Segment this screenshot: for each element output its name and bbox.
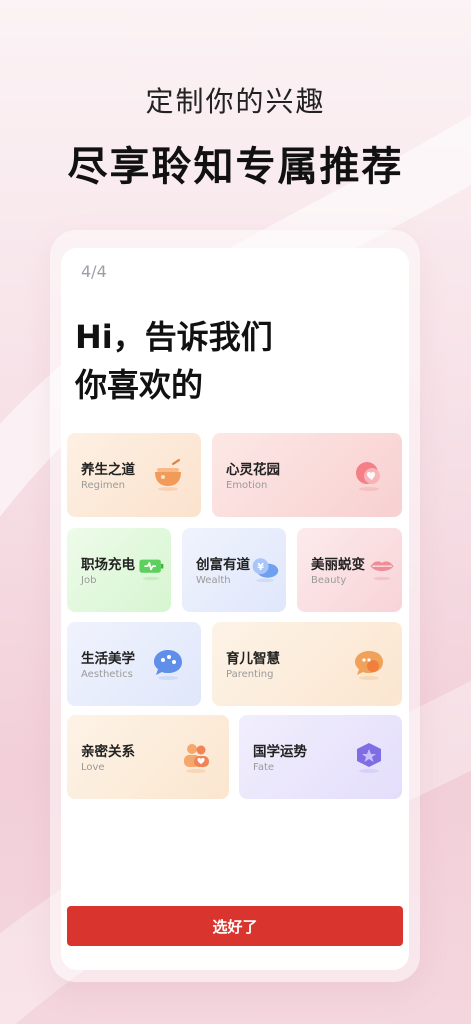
soup-bowl-icon (151, 458, 185, 492)
interest-label: 亲密关系 (81, 744, 135, 760)
greeting: Hi，告诉我们 你喜欢的 (75, 313, 273, 409)
interest-sublabel: Job (81, 575, 97, 586)
interest-card-regimen[interactable]: 养生之道 Regimen (67, 433, 201, 517)
coin-cloud-icon: ¥ (250, 553, 280, 583)
headline: 定制你的兴趣 尽享聆知专属推荐 (0, 0, 471, 220)
svg-text:¥: ¥ (257, 562, 264, 573)
interest-sublabel: Love (81, 762, 105, 773)
interest-label: 创富有道 (196, 557, 250, 573)
interest-card-beauty[interactable]: 美丽蜕变 Beauty (297, 528, 402, 612)
interest-card-love[interactable]: 亲密关系 Love (67, 715, 229, 799)
interest-label: 养生之道 (81, 462, 135, 478)
lips-icon (368, 553, 396, 581)
interest-card-wealth[interactable]: 创富有道 Wealth ¥ (182, 528, 286, 612)
interest-selection-screen: 4/4 Hi，告诉我们 你喜欢的 养生之道 Regimen 心灵花园 Emoti… (61, 248, 409, 970)
palette-bubble-icon (151, 647, 185, 681)
interest-card-emotion[interactable]: 心灵花园 Emotion (212, 433, 402, 517)
battery-charge-icon (137, 553, 165, 581)
interest-sublabel: Wealth (196, 575, 231, 586)
interest-sublabel: Fate (253, 762, 275, 773)
interest-card-aesthetics[interactable]: 生活美学 Aesthetics (67, 622, 201, 706)
headline-subtitle: 定制你的兴趣 (145, 85, 326, 118)
step-indicator: 4/4 (81, 262, 107, 281)
greeting-line-1: Hi，告诉我们 (75, 318, 273, 356)
interest-sublabel: Beauty (311, 575, 347, 586)
interest-label: 职场充电 (81, 557, 135, 573)
interest-sublabel: Emotion (226, 480, 268, 491)
interest-label: 心灵花园 (226, 462, 280, 478)
greeting-line-2: 你喜欢的 (75, 366, 204, 404)
interest-card-fate[interactable]: 国学运势 Fate (239, 715, 402, 799)
interest-sublabel: Aesthetics (81, 669, 133, 680)
gem-star-icon (352, 740, 386, 774)
interest-label: 美丽蜕变 (311, 557, 365, 573)
interest-label: 生活美学 (81, 651, 135, 667)
interest-card-parenting[interactable]: 育儿智慧 Parenting (212, 622, 402, 706)
interest-sublabel: Regimen (81, 480, 126, 491)
interest-label: 育儿智慧 (226, 651, 280, 667)
interest-sublabel: Parenting (226, 669, 274, 680)
couple-icon (179, 740, 213, 774)
interest-label: 国学运势 (253, 744, 307, 760)
heart-cushion-icon (352, 458, 386, 492)
headline-title: 尽享聆知专属推荐 (67, 143, 404, 190)
interest-card-job[interactable]: 职场充电 Job (67, 528, 171, 612)
done-button[interactable]: 选好了 (67, 906, 403, 946)
baby-bubble-icon (352, 647, 386, 681)
